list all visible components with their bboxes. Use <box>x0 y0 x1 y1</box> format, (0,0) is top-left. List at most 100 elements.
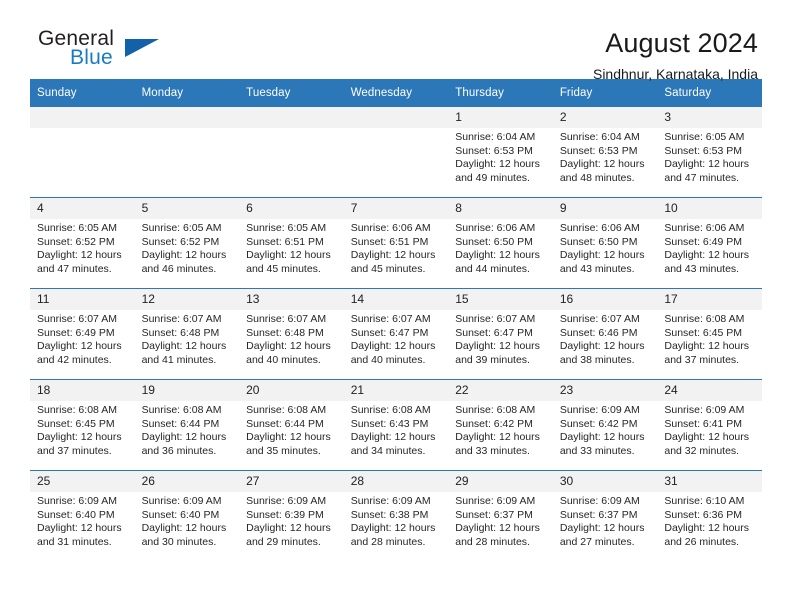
calendar-day-cell[interactable]: 22 Sunrise: 6:08 AM Sunset: 6:42 PM Dayligh… <box>448 379 553 471</box>
daylight-text-line2: and 39 minutes. <box>455 353 530 366</box>
calendar-week-row: 1 Sunrise: 6:04 AM Sunset: 6:53 PM Daylight… <box>30 107 762 198</box>
sunset-text: Sunset: 6:50 PM <box>455 235 533 248</box>
day-details: Sunrise: 6:09 AM Sunset: 6:37 PM Daylight:… <box>448 492 553 549</box>
day-details: Sunrise: 6:04 AM Sunset: 6:53 PM Daylight:… <box>553 128 658 185</box>
daylight-text-line1: Daylight: 12 hours <box>141 522 227 535</box>
calendar-day-cell[interactable]: 29 Sunrise: 6:09 AM Sunset: 6:37 PM Dayligh… <box>448 470 553 561</box>
day-number: 5 <box>134 198 240 219</box>
calendar-day-cell[interactable]: 16 Sunrise: 6:07 AM Sunset: 6:46 PM Dayligh… <box>552 288 658 380</box>
sunset-text: Sunset: 6:46 PM <box>559 326 638 339</box>
calendar-day-cell[interactable]: 13 Sunrise: 6:07 AM Sunset: 6:48 PM Dayligh… <box>239 288 344 380</box>
calendar-day-cell[interactable]: 15 Sunrise: 6:07 AM Sunset: 6:47 PM Dayligh… <box>448 288 553 380</box>
weekday-header-row: Sunday Monday Tuesday Wednesday Thursday… <box>30 79 762 107</box>
daylight-text-line2: and 33 minutes. <box>559 444 635 457</box>
calendar-day-cell[interactable]: 11 Sunrise: 6:07 AM Sunset: 6:49 PM Dayligh… <box>30 288 135 380</box>
calendar-day-cell[interactable]: 4 Sunrise: 6:05 AM Sunset: 6:52 PM Daylight… <box>30 197 135 289</box>
sunrise-text: Sunrise: 6:04 AM <box>455 131 536 143</box>
calendar-day-cell[interactable]: 20 Sunrise: 6:08 AM Sunset: 6:44 PM Dayligh… <box>239 379 344 471</box>
sunset-text: Sunset: 6:43 PM <box>350 417 429 430</box>
sunset-text: Sunset: 6:37 PM <box>559 508 638 521</box>
daylight-text-line1: Daylight: 12 hours <box>664 249 750 262</box>
calendar-day-cell[interactable]: 1 Sunrise: 6:04 AM Sunset: 6:53 PM Daylight… <box>448 107 553 198</box>
calendar-day-cell[interactable]: 12 Sunrise: 6:07 AM Sunset: 6:48 PM Dayligh… <box>134 288 240 380</box>
daylight-text-line2: and 33 minutes. <box>455 444 530 457</box>
daylight-text-line1: Daylight: 12 hours <box>455 158 540 171</box>
calendar-day-cell[interactable]: 9 Sunrise: 6:06 AM Sunset: 6:50 PM Daylight… <box>552 197 658 289</box>
calendar-day-cell[interactable]: 30 Sunrise: 6:09 AM Sunset: 6:37 PM Dayligh… <box>552 470 658 561</box>
daylight-text-line1: Daylight: 12 hours <box>664 158 750 171</box>
sunrise-text: Sunrise: 6:07 AM <box>455 313 536 325</box>
calendar-day-cell[interactable]: 24 Sunrise: 6:09 AM Sunset: 6:41 PM Dayligh… <box>657 379 762 471</box>
daylight-text-line1: Daylight: 12 hours <box>559 522 645 535</box>
day-details: Sunrise: 6:07 AM Sunset: 6:46 PM Daylight:… <box>553 310 658 367</box>
daylight-text-line2: and 47 minutes. <box>37 262 112 275</box>
daylight-text-line1: Daylight: 12 hours <box>664 522 750 535</box>
day-details: Sunrise: 6:09 AM Sunset: 6:38 PM Daylight:… <box>344 492 449 549</box>
sunset-text: Sunset: 6:40 PM <box>141 508 220 521</box>
calendar-day-cell[interactable]: 6 Sunrise: 6:05 AM Sunset: 6:51 PM Daylight… <box>239 197 344 289</box>
calendar-day-cell[interactable]: 21 Sunrise: 6:08 AM Sunset: 6:43 PM Dayligh… <box>343 379 449 471</box>
calendar-day-cell[interactable]: 27 Sunrise: 6:09 AM Sunset: 6:39 PM Dayligh… <box>239 470 344 561</box>
page-title: August 2024 <box>605 28 758 58</box>
calendar-day-cell[interactable]: 25 Sunrise: 6:09 AM Sunset: 6:40 PM Dayligh… <box>30 470 135 561</box>
calendar-day-cell[interactable]: 26 Sunrise: 6:09 AM Sunset: 6:40 PM Dayligh… <box>134 470 240 561</box>
calendar-day-cell[interactable]: 18 Sunrise: 6:08 AM Sunset: 6:45 PM Dayligh… <box>30 379 135 471</box>
brand-logo[interactable]: General Blue <box>30 28 218 76</box>
day-number: 22 <box>448 380 553 401</box>
calendar-week-row: 4 Sunrise: 6:05 AM Sunset: 6:52 PM Daylight… <box>30 197 762 289</box>
daylight-text-line2: and 47 minutes. <box>664 171 740 184</box>
day-number: 10 <box>657 198 762 219</box>
calendar-day-cell[interactable]: 2 Sunrise: 6:04 AM Sunset: 6:53 PM Daylight… <box>552 107 658 198</box>
sunrise-text: Sunrise: 6:07 AM <box>141 313 222 325</box>
daylight-text-line2: and 27 minutes. <box>559 535 635 548</box>
sunset-text: Sunset: 6:53 PM <box>559 144 638 157</box>
daylight-text-line1: Daylight: 12 hours <box>664 340 750 353</box>
sunset-text: Sunset: 6:50 PM <box>559 235 638 248</box>
daylight-text-line2: and 28 minutes. <box>455 535 530 548</box>
page-header: General Blue August 2024 Sindhnur, Karna… <box>30 0 762 83</box>
calendar-day-cell[interactable]: 5 Sunrise: 6:05 AM Sunset: 6:52 PM Daylight… <box>134 197 240 289</box>
sunrise-text: Sunrise: 6:05 AM <box>246 222 327 234</box>
day-number: 2 <box>552 107 658 128</box>
day-details: Sunrise: 6:08 AM Sunset: 6:44 PM Daylight:… <box>135 401 240 458</box>
day-number: 1 <box>448 107 553 128</box>
daylight-text-line1: Daylight: 12 hours <box>37 340 122 353</box>
daylight-text-line2: and 31 minutes. <box>37 535 112 548</box>
calendar-day-cell[interactable]: 3 Sunrise: 6:05 AM Sunset: 6:53 PM Daylight… <box>657 107 762 198</box>
day-details: Sunrise: 6:08 AM Sunset: 6:45 PM Daylight:… <box>30 401 135 458</box>
weekday-header-tuesday: Tuesday <box>239 79 344 107</box>
calendar-day-cell[interactable]: 7 Sunrise: 6:06 AM Sunset: 6:51 PM Daylight… <box>343 197 449 289</box>
calendar-day-cell[interactable]: 17 Sunrise: 6:08 AM Sunset: 6:45 PM Dayligh… <box>657 288 762 380</box>
sunset-text: Sunset: 6:41 PM <box>664 417 743 430</box>
daylight-text-line1: Daylight: 12 hours <box>141 431 227 444</box>
day-details: Sunrise: 6:06 AM Sunset: 6:50 PM Daylight:… <box>448 219 553 276</box>
calendar-day-cell[interactable]: 28 Sunrise: 6:09 AM Sunset: 6:38 PM Dayligh… <box>343 470 449 561</box>
sunset-text: Sunset: 6:53 PM <box>664 144 743 157</box>
triangle-icon <box>125 39 159 57</box>
day-details: Sunrise: 6:05 AM Sunset: 6:52 PM Daylight:… <box>135 219 240 276</box>
daylight-text-line1: Daylight: 12 hours <box>350 522 436 535</box>
day-number: 15 <box>448 289 553 310</box>
daylight-text-line2: and 38 minutes. <box>559 353 635 366</box>
calendar-day-cell[interactable]: 8 Sunrise: 6:06 AM Sunset: 6:50 PM Daylight… <box>448 197 553 289</box>
calendar-day-cell[interactable]: 14 Sunrise: 6:07 AM Sunset: 6:47 PM Dayligh… <box>343 288 449 380</box>
calendar-day-cell[interactable]: 10 Sunrise: 6:06 AM Sunset: 6:49 PM Dayligh… <box>657 197 762 289</box>
sunrise-text: Sunrise: 6:05 AM <box>141 222 222 234</box>
calendar-day-cell[interactable]: 23 Sunrise: 6:09 AM Sunset: 6:42 PM Dayligh… <box>552 379 658 471</box>
daylight-text-line2: and 40 minutes. <box>350 353 426 366</box>
daylight-text-line2: and 37 minutes. <box>664 353 740 366</box>
sunrise-text: Sunrise: 6:08 AM <box>664 313 745 325</box>
sunset-text: Sunset: 6:47 PM <box>350 326 429 339</box>
daylight-text-line2: and 32 minutes. <box>664 444 740 457</box>
sunrise-text: Sunrise: 6:09 AM <box>141 495 222 507</box>
sunrise-text: Sunrise: 6:06 AM <box>455 222 536 234</box>
title-block: August 2024 Sindhnur, Karnataka, India <box>593 28 762 83</box>
calendar-day-cell[interactable]: 31 Sunrise: 6:10 AM Sunset: 6:36 PM Dayligh… <box>657 470 762 561</box>
daylight-text-line1: Daylight: 12 hours <box>37 431 122 444</box>
daylight-text-line2: and 42 minutes. <box>37 353 112 366</box>
daylight-text-line2: and 49 minutes. <box>455 171 530 184</box>
sunset-text: Sunset: 6:42 PM <box>559 417 638 430</box>
daylight-text-line2: and 30 minutes. <box>141 535 217 548</box>
calendar-day-cell[interactable]: 19 Sunrise: 6:08 AM Sunset: 6:44 PM Dayligh… <box>134 379 240 471</box>
day-details: Sunrise: 6:06 AM Sunset: 6:50 PM Daylight:… <box>553 219 658 276</box>
